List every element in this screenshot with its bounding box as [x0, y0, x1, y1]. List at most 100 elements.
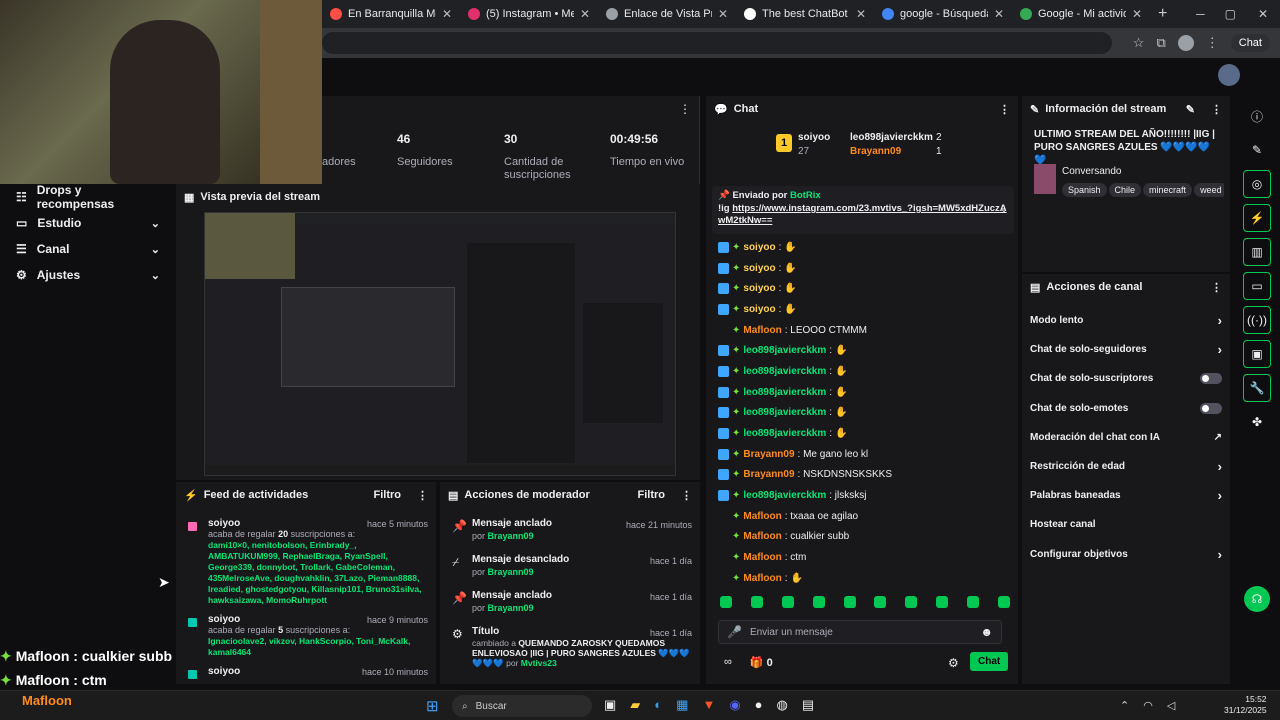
channel-action-row[interactable]: Chat de solo-suscriptores	[1022, 364, 1230, 393]
nav-estudio[interactable]: ▭ Estudio ⌄	[0, 210, 176, 236]
tag[interactable]: Spanish	[1062, 183, 1107, 197]
volume-icon[interactable]: ◁	[1167, 699, 1175, 712]
discord-icon[interactable]: ◉	[729, 697, 740, 713]
monitor-icon[interactable]: ▣	[1243, 340, 1271, 368]
comment-icon[interactable]: ▭	[1243, 272, 1271, 300]
chat-username[interactable]: soiyoo	[743, 283, 775, 294]
browser-tab[interactable]: Enlace de Vista Previa | WeT ✕	[598, 0, 736, 28]
chat-username[interactable]: Mafloon	[743, 325, 781, 336]
tag[interactable]: weed	[1194, 183, 1224, 197]
menu-icon[interactable]: ⋮	[417, 489, 428, 502]
emote-icon[interactable]	[781, 596, 794, 608]
star-icon[interactable]: ☆	[1133, 35, 1145, 51]
emote-picker-icon[interactable]: ☻	[980, 625, 993, 639]
emote-icon[interactable]	[967, 596, 979, 608]
chat-username[interactable]: soiyoo	[743, 304, 775, 315]
channel-action-row[interactable]: Chat de solo-seguidores ›	[1022, 335, 1230, 364]
obs-icon[interactable]: ●	[755, 697, 763, 713]
stats-menu-icon[interactable]: ⋮	[679, 102, 691, 116]
brave-icon[interactable]: ▼	[702, 697, 715, 713]
user-avatar[interactable]	[1218, 64, 1240, 86]
browser-tab[interactable]: En Barranquilla Me Que ✕	[322, 0, 460, 28]
maximize-icon[interactable]: ▢	[1215, 7, 1246, 21]
wrench-icon[interactable]: 🔧	[1243, 374, 1271, 402]
profile-avatar[interactable]	[1177, 35, 1194, 51]
windows-start-icon[interactable]: ⊞	[426, 697, 439, 715]
menu-icon[interactable]: ⋮	[1211, 103, 1222, 116]
emote-icon[interactable]	[812, 596, 825, 608]
headset-icon[interactable]: ☊	[1244, 586, 1270, 612]
browser-tab[interactable]: Google - Mi actividad ✕	[1012, 0, 1150, 28]
emote-icon[interactable]	[843, 596, 856, 608]
gear-icon[interactable]: ⚙	[948, 656, 959, 670]
points-icon[interactable]: ∞	[724, 656, 732, 669]
close-icon[interactable]: ✕	[718, 7, 728, 21]
menu-icon[interactable]: ⋮	[1211, 281, 1222, 294]
minimize-icon[interactable]: ─	[1186, 7, 1215, 21]
bolt-icon[interactable]: ⚡	[1243, 204, 1271, 232]
plugin-icon[interactable]: ✤	[1243, 408, 1271, 436]
edge-icon[interactable]: ◐	[654, 697, 662, 713]
pinned-link[interactable]: https://www.instagram.com/23.mvtivs_?igs…	[718, 203, 1007, 226]
chat-username[interactable]: leo898javierckkm	[743, 428, 826, 439]
menu-icon[interactable]: ⋮	[999, 103, 1010, 116]
taskview-icon[interactable]: ▣	[604, 697, 616, 713]
chat-username[interactable]: Mafloon	[743, 531, 781, 542]
channel-action-row[interactable]: Modo lento ›	[1022, 306, 1230, 335]
channel-action-row[interactable]: Moderación del chat con IA ↗	[1022, 423, 1230, 452]
folder-icon[interactable]: ▰	[630, 697, 640, 713]
epic-icon[interactable]: ▤	[802, 697, 814, 713]
chat-username[interactable]: Mafloon	[743, 573, 781, 584]
browser-tab[interactable]: The best ChatBot and Widg ✕	[736, 0, 874, 28]
channel-action-row[interactable]: Palabras baneadas ›	[1022, 481, 1230, 510]
toggle-switch[interactable]	[1200, 373, 1222, 385]
app-icon[interactable]: ◍	[777, 697, 788, 713]
camera-icon[interactable]: ◎	[1243, 170, 1271, 198]
info-icon[interactable]: ⓘ	[1243, 102, 1271, 130]
close-icon[interactable]: ✕	[1132, 7, 1142, 21]
chat-username[interactable]: leo898javierckkm	[743, 345, 826, 356]
chat-username[interactable]: leo898javierckkm	[743, 387, 826, 398]
nav-ajustes[interactable]: ⚙ Ajustes ⌄	[0, 262, 176, 288]
chat-username[interactable]: leo898javierckkm	[743, 366, 826, 377]
emote-icon[interactable]	[720, 596, 732, 608]
chat-button[interactable]: Chat	[1230, 34, 1270, 52]
tag[interactable]: Chile	[1108, 183, 1142, 197]
new-tab-icon[interactable]: +	[1158, 5, 1167, 23]
emote-icon[interactable]	[905, 596, 918, 608]
menu-icon[interactable]: ⋮	[681, 489, 692, 502]
chevron-up-icon[interactable]: ⌃	[1120, 699, 1129, 712]
menu-icon[interactable]: ⋮	[1206, 35, 1219, 51]
chat-username[interactable]: Mafloon	[743, 552, 781, 563]
broadcast-icon[interactable]: ((·))	[1243, 306, 1271, 334]
emote-icon[interactable]	[936, 596, 949, 608]
nav-canal[interactable]: ☰ Canal ⌄	[0, 236, 176, 262]
browser-tab[interactable]: google - Búsqueda ✕	[874, 0, 1012, 28]
chat-input[interactable]: 🎤 Enviar un mensaje ☻	[718, 620, 1002, 644]
emote-icon[interactable]	[874, 596, 887, 608]
chat-username[interactable]: leo898javierckkm	[743, 490, 826, 501]
close-icon[interactable]: ✕	[856, 7, 866, 21]
store-icon[interactable]: ▦	[676, 697, 688, 713]
chat-username[interactable]: Brayann09	[743, 469, 794, 480]
emote-icon[interactable]	[997, 596, 1010, 608]
gift-icon[interactable]: 🎁 0	[750, 656, 773, 669]
taskbar-search[interactable]: ⌕ Buscar	[452, 695, 592, 717]
chat-username[interactable]: soiyoo	[743, 263, 775, 274]
pencil-icon[interactable]: ✎	[1243, 136, 1271, 164]
send-chat-button[interactable]: Chat	[970, 652, 1009, 671]
chevron-down-icon[interactable]: ⌄	[1000, 204, 1008, 215]
filter-button[interactable]: Filtro	[638, 489, 666, 501]
filter-button[interactable]: Filtro	[374, 489, 402, 501]
tag[interactable]: minecraft	[1143, 183, 1193, 197]
close-icon[interactable]: ✕	[580, 7, 590, 21]
emote-icon[interactable]	[750, 596, 763, 608]
channel-action-row[interactable]: Restricción de edad ›	[1022, 452, 1230, 481]
extensions-icon[interactable]: ⧉	[1156, 35, 1165, 51]
close-window-icon[interactable]: ✕	[1246, 7, 1280, 21]
clipboard-icon[interactable]: ▥	[1243, 238, 1271, 266]
toggle-switch[interactable]	[1200, 402, 1222, 414]
chat-username[interactable]: Brayann09	[743, 449, 794, 460]
close-icon[interactable]: ✕	[994, 7, 1004, 21]
close-icon[interactable]: ✕	[442, 7, 452, 21]
